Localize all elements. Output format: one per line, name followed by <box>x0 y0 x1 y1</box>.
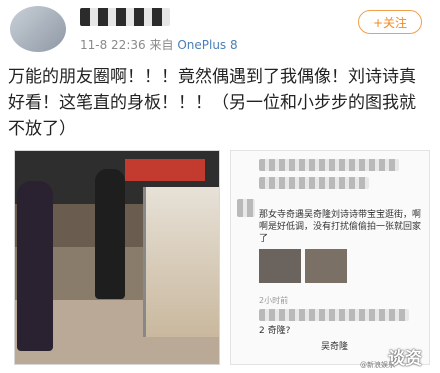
watermark-handle: @新浪娱乐 <box>360 361 395 369</box>
screenshot-thumb-2 <box>305 249 347 283</box>
post-meta: 11-8 22:36 来自 OnePlus 8 <box>80 36 238 53</box>
post-device[interactable]: OnePlus 8 <box>177 38 237 52</box>
blurred-line <box>259 177 369 189</box>
post-source-label: 来自 <box>149 38 174 52</box>
follow-label: +关注 <box>372 15 408 30</box>
user-avatar[interactable] <box>10 6 66 52</box>
screenshot-thumb-1 <box>259 249 301 283</box>
screenshot-time: 2小时前 <box>259 296 289 305</box>
photo-store-sign <box>125 159 205 181</box>
follow-button[interactable]: +关注 <box>358 10 422 34</box>
photo-person-foreground <box>17 181 53 351</box>
post-date: 11-8 22:36 <box>80 38 146 52</box>
photo-display-counter <box>143 187 219 337</box>
post-photo[interactable] <box>14 150 220 365</box>
photo-person <box>95 169 125 299</box>
screenshot-reply: 2 奇隆? <box>259 326 291 336</box>
post-body: 万能的朋友圈啊！！！竟然偶遇到了我偶像！刘诗诗真好看！这笔直的身板！！！（另一位… <box>8 67 416 139</box>
embedded-screenshot[interactable]: 那女寺奇遇吴奇隆刘诗诗带宝宝逛街，啊啊是好低调，没有打扰偷偷拍一张就回家了 2小… <box>230 150 430 365</box>
blurred-line <box>259 159 399 171</box>
username-redacted[interactable] <box>80 8 170 26</box>
blurred-avatar <box>237 199 255 217</box>
screenshot-comment: 那女寺奇遇吴奇隆刘诗诗带宝宝逛街，啊啊是好低调，没有打扰偷偷拍一张就回家了 <box>259 210 422 244</box>
blurred-line <box>259 309 409 321</box>
screenshot-reply-2: 吴奇隆 <box>321 342 349 352</box>
